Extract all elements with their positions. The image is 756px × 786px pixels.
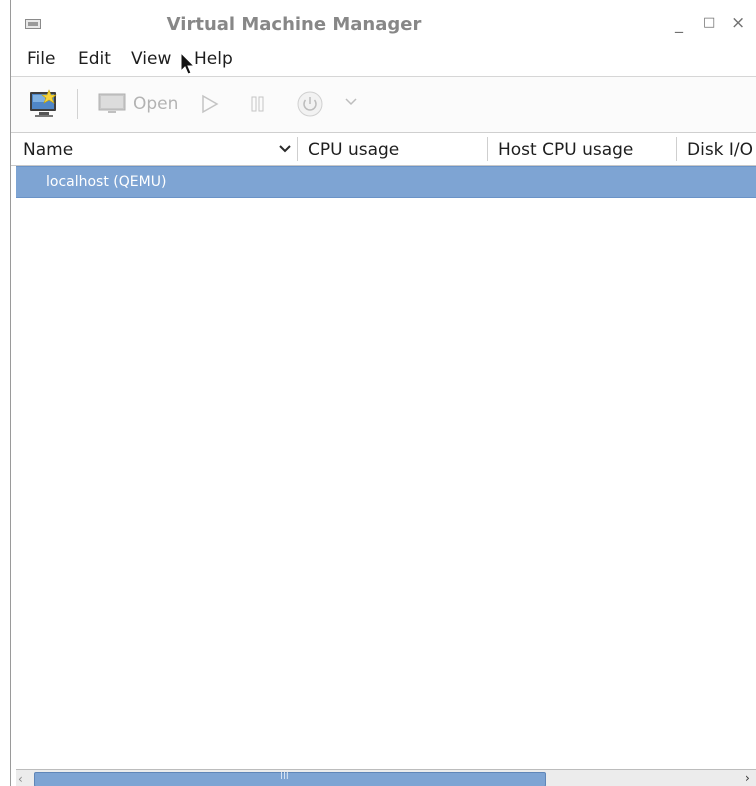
open-button[interactable]: Open [97, 91, 178, 117]
power-icon[interactable] [296, 90, 324, 118]
pause-icon[interactable] [251, 96, 265, 112]
column-name[interactable]: Name [23, 140, 73, 160]
list-item[interactable]: localhost (QEMU) [16, 166, 756, 198]
menu-bar: File Edit View Help [11, 44, 756, 77]
window-title: Virtual Machine Manager [166, 14, 422, 35]
column-divider[interactable] [676, 137, 677, 161]
horizontal-scrollbar[interactable]: ‹ III › [16, 769, 756, 786]
play-icon[interactable] [201, 94, 219, 114]
menu-view[interactable]: View [131, 49, 171, 69]
scroll-left-icon[interactable]: ‹ [18, 772, 32, 786]
toolbar: Open [11, 77, 756, 133]
vmm-window: Virtual Machine Manager _ □ × File Edit … [10, 0, 756, 786]
column-divider[interactable] [297, 137, 298, 161]
menu-help[interactable]: Help [194, 49, 233, 69]
open-label: Open [133, 94, 179, 114]
scroll-right-icon[interactable]: › [745, 771, 756, 786]
chevron-down-icon[interactable] [345, 98, 357, 106]
title-bar[interactable]: Virtual Machine Manager _ □ × [11, 0, 756, 44]
sort-chevron-icon[interactable] [279, 145, 291, 153]
minimize-button[interactable]: _ [675, 14, 683, 33]
column-divider[interactable] [487, 137, 488, 161]
column-host-cpu-usage[interactable]: Host CPU usage [498, 140, 633, 160]
close-button[interactable]: × [731, 13, 745, 33]
scrollbar-thumb[interactable]: III [34, 771, 546, 786]
connection-label: localhost (QEMU) [46, 174, 167, 190]
monitor-icon [98, 93, 126, 113]
menu-edit[interactable]: Edit [78, 49, 111, 69]
menu-file[interactable]: File [27, 49, 55, 69]
mouse-cursor-icon [180, 52, 196, 75]
column-disk-io[interactable]: Disk I/O [687, 140, 753, 160]
new-vm-icon[interactable] [27, 88, 61, 120]
grip-icon: III [280, 771, 289, 782]
maximize-button[interactable]: □ [703, 15, 715, 30]
vm-list[interactable]: localhost (QEMU) [11, 166, 756, 766]
column-cpu-usage[interactable]: CPU usage [308, 140, 399, 160]
toolbar-separator [77, 89, 78, 119]
column-header: Name CPU usage Host CPU usage Disk I/O [11, 133, 756, 166]
